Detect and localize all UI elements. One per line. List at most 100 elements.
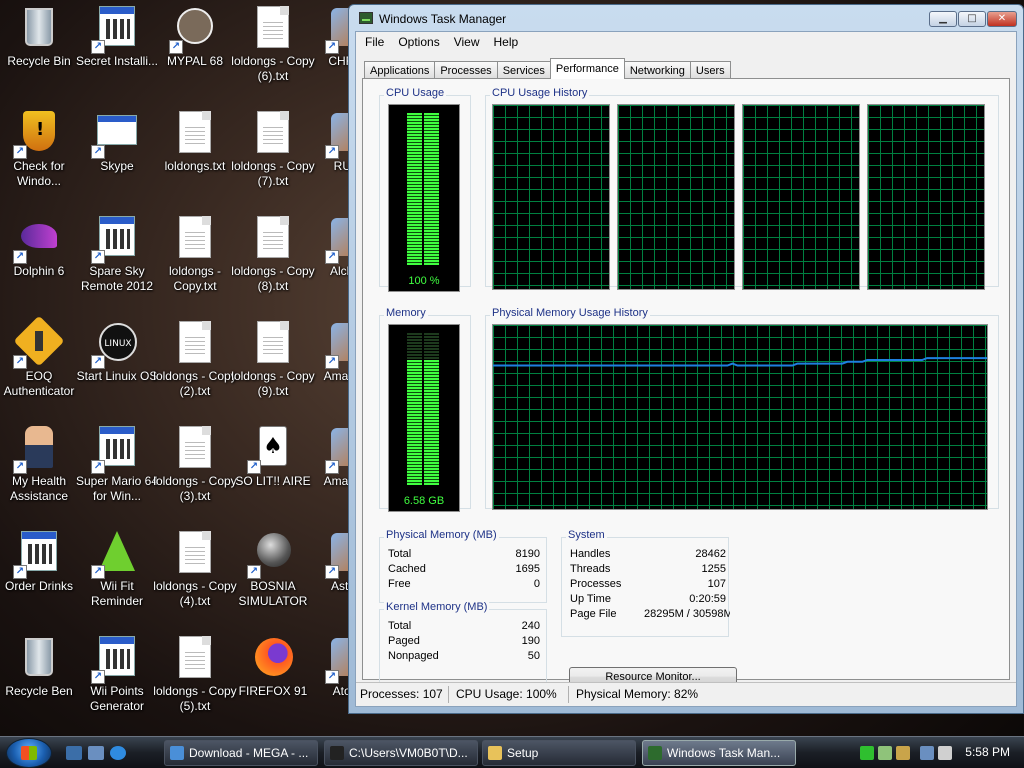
desktop-icon[interactable]: FIREFOX 91 xyxy=(234,630,312,730)
task-manager-icon xyxy=(648,746,662,760)
desktop-icon-label: Order Drinks xyxy=(4,579,73,593)
desktop-icon-label: loldongs - Copy (6).txt xyxy=(231,54,315,83)
menu-options[interactable]: Options xyxy=(391,32,446,52)
playing-card-icon: ♠ ↗ xyxy=(247,424,297,474)
desktop-icon[interactable]: ↗ My Health Assistance xyxy=(0,420,78,520)
desktop-icon[interactable]: ↗ Super Mario 64 for Win... xyxy=(76,420,158,520)
desktop-icon[interactable]: loldongs - Copy (2).txt xyxy=(153,315,237,415)
tray-network-icon[interactable] xyxy=(878,746,892,760)
stat-row: Free 0 xyxy=(388,578,540,593)
taskbar-item[interactable]: Windows Task Man... xyxy=(642,740,796,766)
desktop-icon-label: BOSNIA SIMULATOR xyxy=(238,579,308,608)
green-triangle-icon: ↗ xyxy=(91,529,141,579)
desktop-icon-label: loldongs - Copy (7).txt xyxy=(231,159,315,188)
raccoon-browser-icon: ↗ xyxy=(169,4,219,54)
stat-value: 240 xyxy=(521,620,540,632)
tab-users[interactable]: Users xyxy=(689,61,731,79)
shortcut-arrow-icon: ↗ xyxy=(91,565,105,579)
desktop-icon-label: loldongs - Copy (2).txt xyxy=(153,369,237,398)
desktop-icon[interactable]: ↗ MYPAL 68 xyxy=(156,0,234,100)
kernel-memory-stats: Total 240 Paged 190 Nonpaged 50 xyxy=(388,620,540,665)
shortcut-arrow-icon: ↗ xyxy=(247,460,261,474)
desktop-icon[interactable]: Recycle Ben xyxy=(0,630,78,730)
desktop-icon[interactable]: ↗ Skype xyxy=(78,105,156,205)
tab-processes[interactable]: Processes xyxy=(434,61,498,79)
desktop-icon[interactable]: loldongs - Copy.txt xyxy=(156,210,234,310)
cpu-usage-value: 100 % xyxy=(408,275,440,287)
memory-value: 6.58 GB xyxy=(403,495,445,507)
tab-services[interactable]: Services xyxy=(496,61,551,79)
shortcut-arrow-icon: ↗ xyxy=(91,460,105,474)
stat-label: Up Time xyxy=(570,593,611,605)
windows-logo-icon xyxy=(21,746,37,760)
physical-memory-title: Physical Memory (MB) xyxy=(384,529,499,541)
shortcut-arrow-icon: ↗ xyxy=(325,460,339,474)
shortcut-arrow-icon: ↗ xyxy=(13,250,27,264)
stat-value: 1695 xyxy=(515,563,540,575)
text-file-icon xyxy=(171,319,219,367)
cpu-history-graph-1 xyxy=(492,104,610,290)
desktop-icon[interactable]: loldongs - Copy (4).txt xyxy=(153,525,237,625)
desktop-icon[interactable]: loldongs - Copy (5).txt xyxy=(153,630,237,730)
stat-label: Total xyxy=(388,548,412,560)
desktop-icon[interactable]: ↗ Secret Installi... xyxy=(76,0,158,100)
key-icon: ↗ xyxy=(13,315,65,369)
desktop-icon[interactable]: ↗ Spare Sky Remote 2012 xyxy=(78,210,156,310)
desktop-icon[interactable]: ↗ Wii Points Generator xyxy=(78,630,156,730)
minimize-button[interactable]: ▁ xyxy=(929,11,957,27)
kernel-memory-title: Kernel Memory (MB) xyxy=(384,601,490,613)
desktop-icon[interactable]: loldongs - Copy (6).txt xyxy=(231,0,315,100)
physical-memory-group: Physical Memory (MB) Total 8190 Cached 169… xyxy=(379,529,547,603)
text-file-icon xyxy=(171,634,219,682)
memory-history-title: Physical Memory Usage History xyxy=(490,307,650,319)
menu-view[interactable]: View xyxy=(447,32,487,52)
shortcut-arrow-icon: ↗ xyxy=(13,145,27,159)
cpu-usage-meter: 100 % xyxy=(388,104,460,292)
desktop-icon[interactable]: loldongs.txt xyxy=(156,105,234,205)
desktop-icon[interactable]: ↗ BOSNIA SIMULATOR xyxy=(234,525,312,625)
memory-group: Memory 6.58 GB xyxy=(379,307,471,512)
start-button[interactable] xyxy=(6,738,52,768)
desktop-icon[interactable]: loldongs - Copy (7).txt xyxy=(231,105,315,205)
switch-windows-icon[interactable] xyxy=(88,746,104,760)
taskbar-item[interactable]: Download - MEGA - ... xyxy=(164,740,318,766)
menu-help[interactable]: Help xyxy=(487,32,526,52)
taskbar-item[interactable]: C:\Users\VM0B0T\D... xyxy=(324,740,478,766)
close-button[interactable]: ✕ xyxy=(987,11,1017,27)
application-icon: ↗ xyxy=(13,529,63,579)
desktop-icon[interactable]: loldongs - Copy (9).txt xyxy=(231,315,315,415)
dolphin-icon: ↗ xyxy=(13,214,63,264)
tray-display-icon[interactable] xyxy=(920,746,934,760)
tab-networking[interactable]: Networking xyxy=(623,61,691,79)
desktop-icon[interactable]: ↗ Order Drinks xyxy=(0,525,78,625)
desktop-icon[interactable]: loldongs - Copy (8).txt xyxy=(231,210,315,310)
mine-icon: ↗ xyxy=(247,529,297,579)
title-bar[interactable]: Windows Task Manager ▁ □ ✕ xyxy=(349,5,1023,31)
shortcut-arrow-icon: ↗ xyxy=(325,355,339,369)
volume-muted-icon[interactable] xyxy=(938,746,952,760)
desktop-icon[interactable]: loldongs - Copy (3).txt xyxy=(153,420,237,520)
desktop-icon[interactable]: ♠ ↗ SO LIT!! AIRE xyxy=(234,420,312,520)
application-icon: ↗ xyxy=(91,634,141,684)
desktop-icon[interactable]: ! ↗ Check for Windo... xyxy=(0,105,78,205)
show-desktop-icon[interactable] xyxy=(66,746,82,760)
cpu-history-graph-4 xyxy=(867,104,985,290)
desktop-icon[interactable]: ↗ Wii Fit Reminder xyxy=(78,525,156,625)
desktop-icon[interactable]: LINUX ↗ Start Linuix OS xyxy=(77,315,157,415)
cpu-history-graph-3 xyxy=(742,104,860,290)
tray-green-icon[interactable] xyxy=(860,746,874,760)
tab-applications[interactable]: Applications xyxy=(364,61,436,79)
shortcut-arrow-icon: ↗ xyxy=(325,565,339,579)
clock[interactable]: 5:58 PM xyxy=(965,745,1010,759)
desktop-icon-label: loldongs - Copy (9).txt xyxy=(231,369,315,398)
taskbar-item[interactable]: Setup xyxy=(482,740,636,766)
tray-shield-icon[interactable] xyxy=(896,746,910,760)
tab-performance[interactable]: Performance xyxy=(549,58,625,79)
desktop-icon[interactable]: Recycle Bin xyxy=(0,0,78,100)
desktop-icon[interactable]: ↗ EOQ Authenticator xyxy=(0,315,78,415)
menu-file[interactable]: File xyxy=(358,32,391,52)
maximize-button[interactable]: □ xyxy=(958,11,986,27)
status-memory: Physical Memory: 82% xyxy=(576,687,699,701)
desktop-icon[interactable]: ↗ Dolphin 6 xyxy=(0,210,78,310)
internet-explorer-icon[interactable] xyxy=(110,746,126,760)
